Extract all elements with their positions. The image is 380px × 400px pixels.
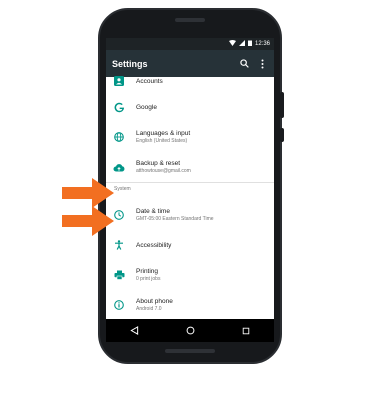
pointer-arrow-icon bbox=[62, 178, 114, 208]
account-icon bbox=[112, 74, 126, 88]
settings-item-label: Accessibility bbox=[136, 241, 172, 249]
screen: 12:36 Settings Accounts Google Languages… bbox=[106, 38, 274, 342]
settings-item-label: Backup & reset bbox=[136, 160, 181, 167]
settings-item-google[interactable]: Google bbox=[106, 92, 274, 122]
clock-icon bbox=[112, 208, 126, 222]
clock-time: 12:36 bbox=[254, 41, 270, 47]
more-icon[interactable] bbox=[256, 58, 268, 70]
search-icon[interactable] bbox=[238, 58, 250, 70]
settings-item-label: About phone bbox=[136, 298, 173, 305]
google-icon bbox=[112, 100, 126, 114]
printer-icon bbox=[112, 268, 126, 282]
settings-item-summary: 0 print jobs bbox=[136, 276, 161, 282]
settings-item-accessibility[interactable]: Accessibility bbox=[106, 230, 274, 260]
power-key bbox=[280, 128, 284, 142]
signal-icon bbox=[238, 40, 245, 48]
pointer-arrow-icon bbox=[62, 206, 114, 236]
settings-item-label: Google bbox=[136, 103, 157, 111]
settings-item-summary: atthowtouse@gmail.com bbox=[136, 168, 191, 174]
accessibility-icon bbox=[112, 238, 126, 252]
settings-item-summary: Android 7.0 bbox=[136, 306, 162, 312]
settings-item-about-phone[interactable]: About phone Android 7.0 bbox=[106, 290, 274, 320]
globe-icon bbox=[112, 130, 126, 144]
settings-item-backup[interactable]: Backup & reset atthowtouse@gmail.com bbox=[106, 152, 274, 182]
section-header-system: System bbox=[106, 182, 274, 195]
settings-item-summary: GMT-05:00 Eastern Standard Time bbox=[136, 216, 214, 222]
bottom-speaker bbox=[165, 349, 215, 353]
info-icon bbox=[112, 298, 126, 312]
settings-list: Accounts Google Languages & input Englis… bbox=[106, 70, 274, 320]
settings-item-label: Printing bbox=[136, 268, 159, 275]
top-speaker bbox=[175, 18, 205, 22]
cloud-icon bbox=[112, 160, 126, 174]
settings-item-languages[interactable]: Languages & input English (United States… bbox=[106, 122, 274, 152]
navigation-bar bbox=[106, 319, 274, 342]
home-icon[interactable] bbox=[186, 322, 195, 340]
status-bar: 12:36 bbox=[106, 38, 274, 50]
settings-item-accounts[interactable]: Accounts bbox=[106, 70, 274, 92]
volume-key bbox=[280, 92, 284, 118]
settings-item-summary: English (United States) bbox=[136, 138, 188, 144]
wifi-icon bbox=[228, 40, 236, 48]
settings-item-label: Accounts bbox=[136, 77, 163, 85]
settings-item-printing[interactable]: Printing 0 print jobs bbox=[106, 260, 274, 290]
back-icon[interactable] bbox=[130, 322, 139, 340]
settings-item-date-time[interactable]: Date & time GMT-05:00 Eastern Standard T… bbox=[106, 200, 274, 230]
recents-icon[interactable] bbox=[242, 322, 250, 340]
settings-item-label: Languages & input bbox=[136, 130, 191, 137]
page-title: Settings bbox=[112, 58, 148, 69]
battery-icon bbox=[247, 40, 252, 48]
settings-item-label: Date & time bbox=[136, 208, 170, 215]
